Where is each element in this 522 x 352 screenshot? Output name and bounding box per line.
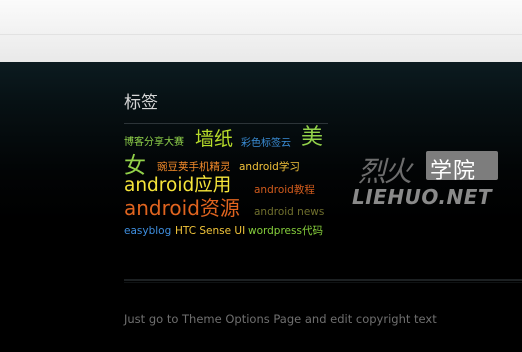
tag-link-wordpress-code[interactable]: wordpress代码 bbox=[248, 226, 323, 237]
footer-copyright-text: Just go to Theme Options Page and edit c… bbox=[124, 312, 437, 326]
tag-link-android-apps[interactable]: android应用 bbox=[124, 176, 231, 196]
widget-title: 标签 bbox=[124, 93, 158, 113]
tag-link-htc-sense[interactable]: HTC Sense UI bbox=[175, 226, 245, 237]
tag-link-android-resources[interactable]: android资源 bbox=[124, 198, 240, 218]
footer-divider bbox=[124, 279, 522, 281]
tag-link-android-study[interactable]: android学习 bbox=[239, 162, 300, 173]
tag-link-easyblog[interactable]: easyblog bbox=[124, 226, 171, 237]
watermark-brand-cn: 烈火 bbox=[358, 155, 412, 188]
watermark-brand-box-text: 学院 bbox=[430, 159, 477, 184]
tag-link-android-tutorial[interactable]: android教程 bbox=[254, 185, 315, 196]
liehuo-watermark: 烈火 学院 LIEHUO.NET bbox=[350, 148, 522, 210]
header-band bbox=[0, 0, 522, 62]
tag-link-wandoujia[interactable]: 豌豆荚手机精灵 bbox=[157, 162, 231, 173]
tag-link-android-news[interactable]: android news bbox=[254, 207, 324, 218]
footer-divider-shadow bbox=[124, 282, 522, 283]
watermark-brand-en: LIEHUO.NET bbox=[352, 185, 493, 209]
